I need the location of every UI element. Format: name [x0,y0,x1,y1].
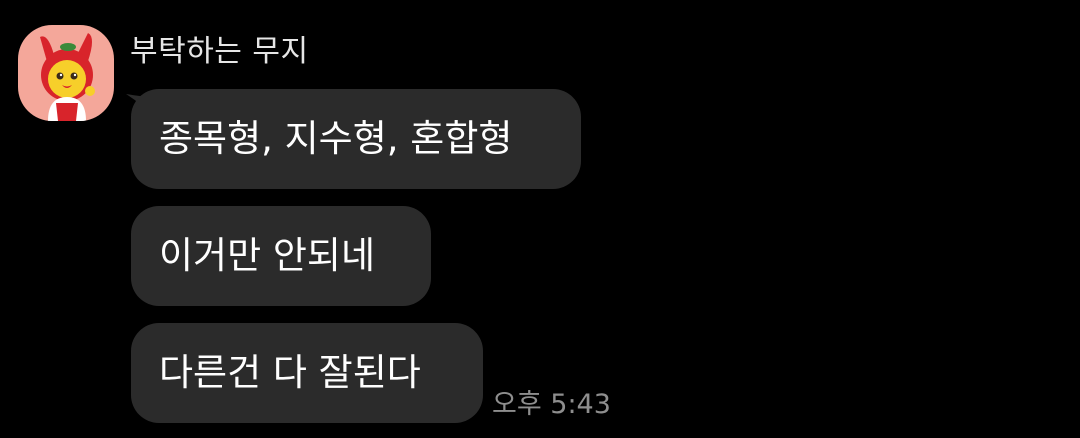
message-text: 종목형, 지수형, 혼합형 [159,117,513,160]
message-text: 다른건 다 잘된다 [159,351,421,394]
message-timestamp: 오후 5:43 [492,389,611,420]
chat-screen: 부탁하는 무지 종목형, 지수형, 혼합형 이거만 안되네 다른건 다 잘된다 … [0,0,1080,438]
message-bubble[interactable]: 종목형, 지수형, 혼합형 [131,89,581,189]
message-bubble[interactable]: 이거만 안되네 [131,206,431,306]
sender-avatar[interactable] [18,25,114,121]
message-bubble[interactable]: 다른건 다 잘된다 [131,323,483,423]
sender-name[interactable]: 부탁하는 무지 [130,32,309,72]
muzi-character-avatar-icon [40,33,95,121]
message-text: 이거만 안되네 [159,234,376,277]
